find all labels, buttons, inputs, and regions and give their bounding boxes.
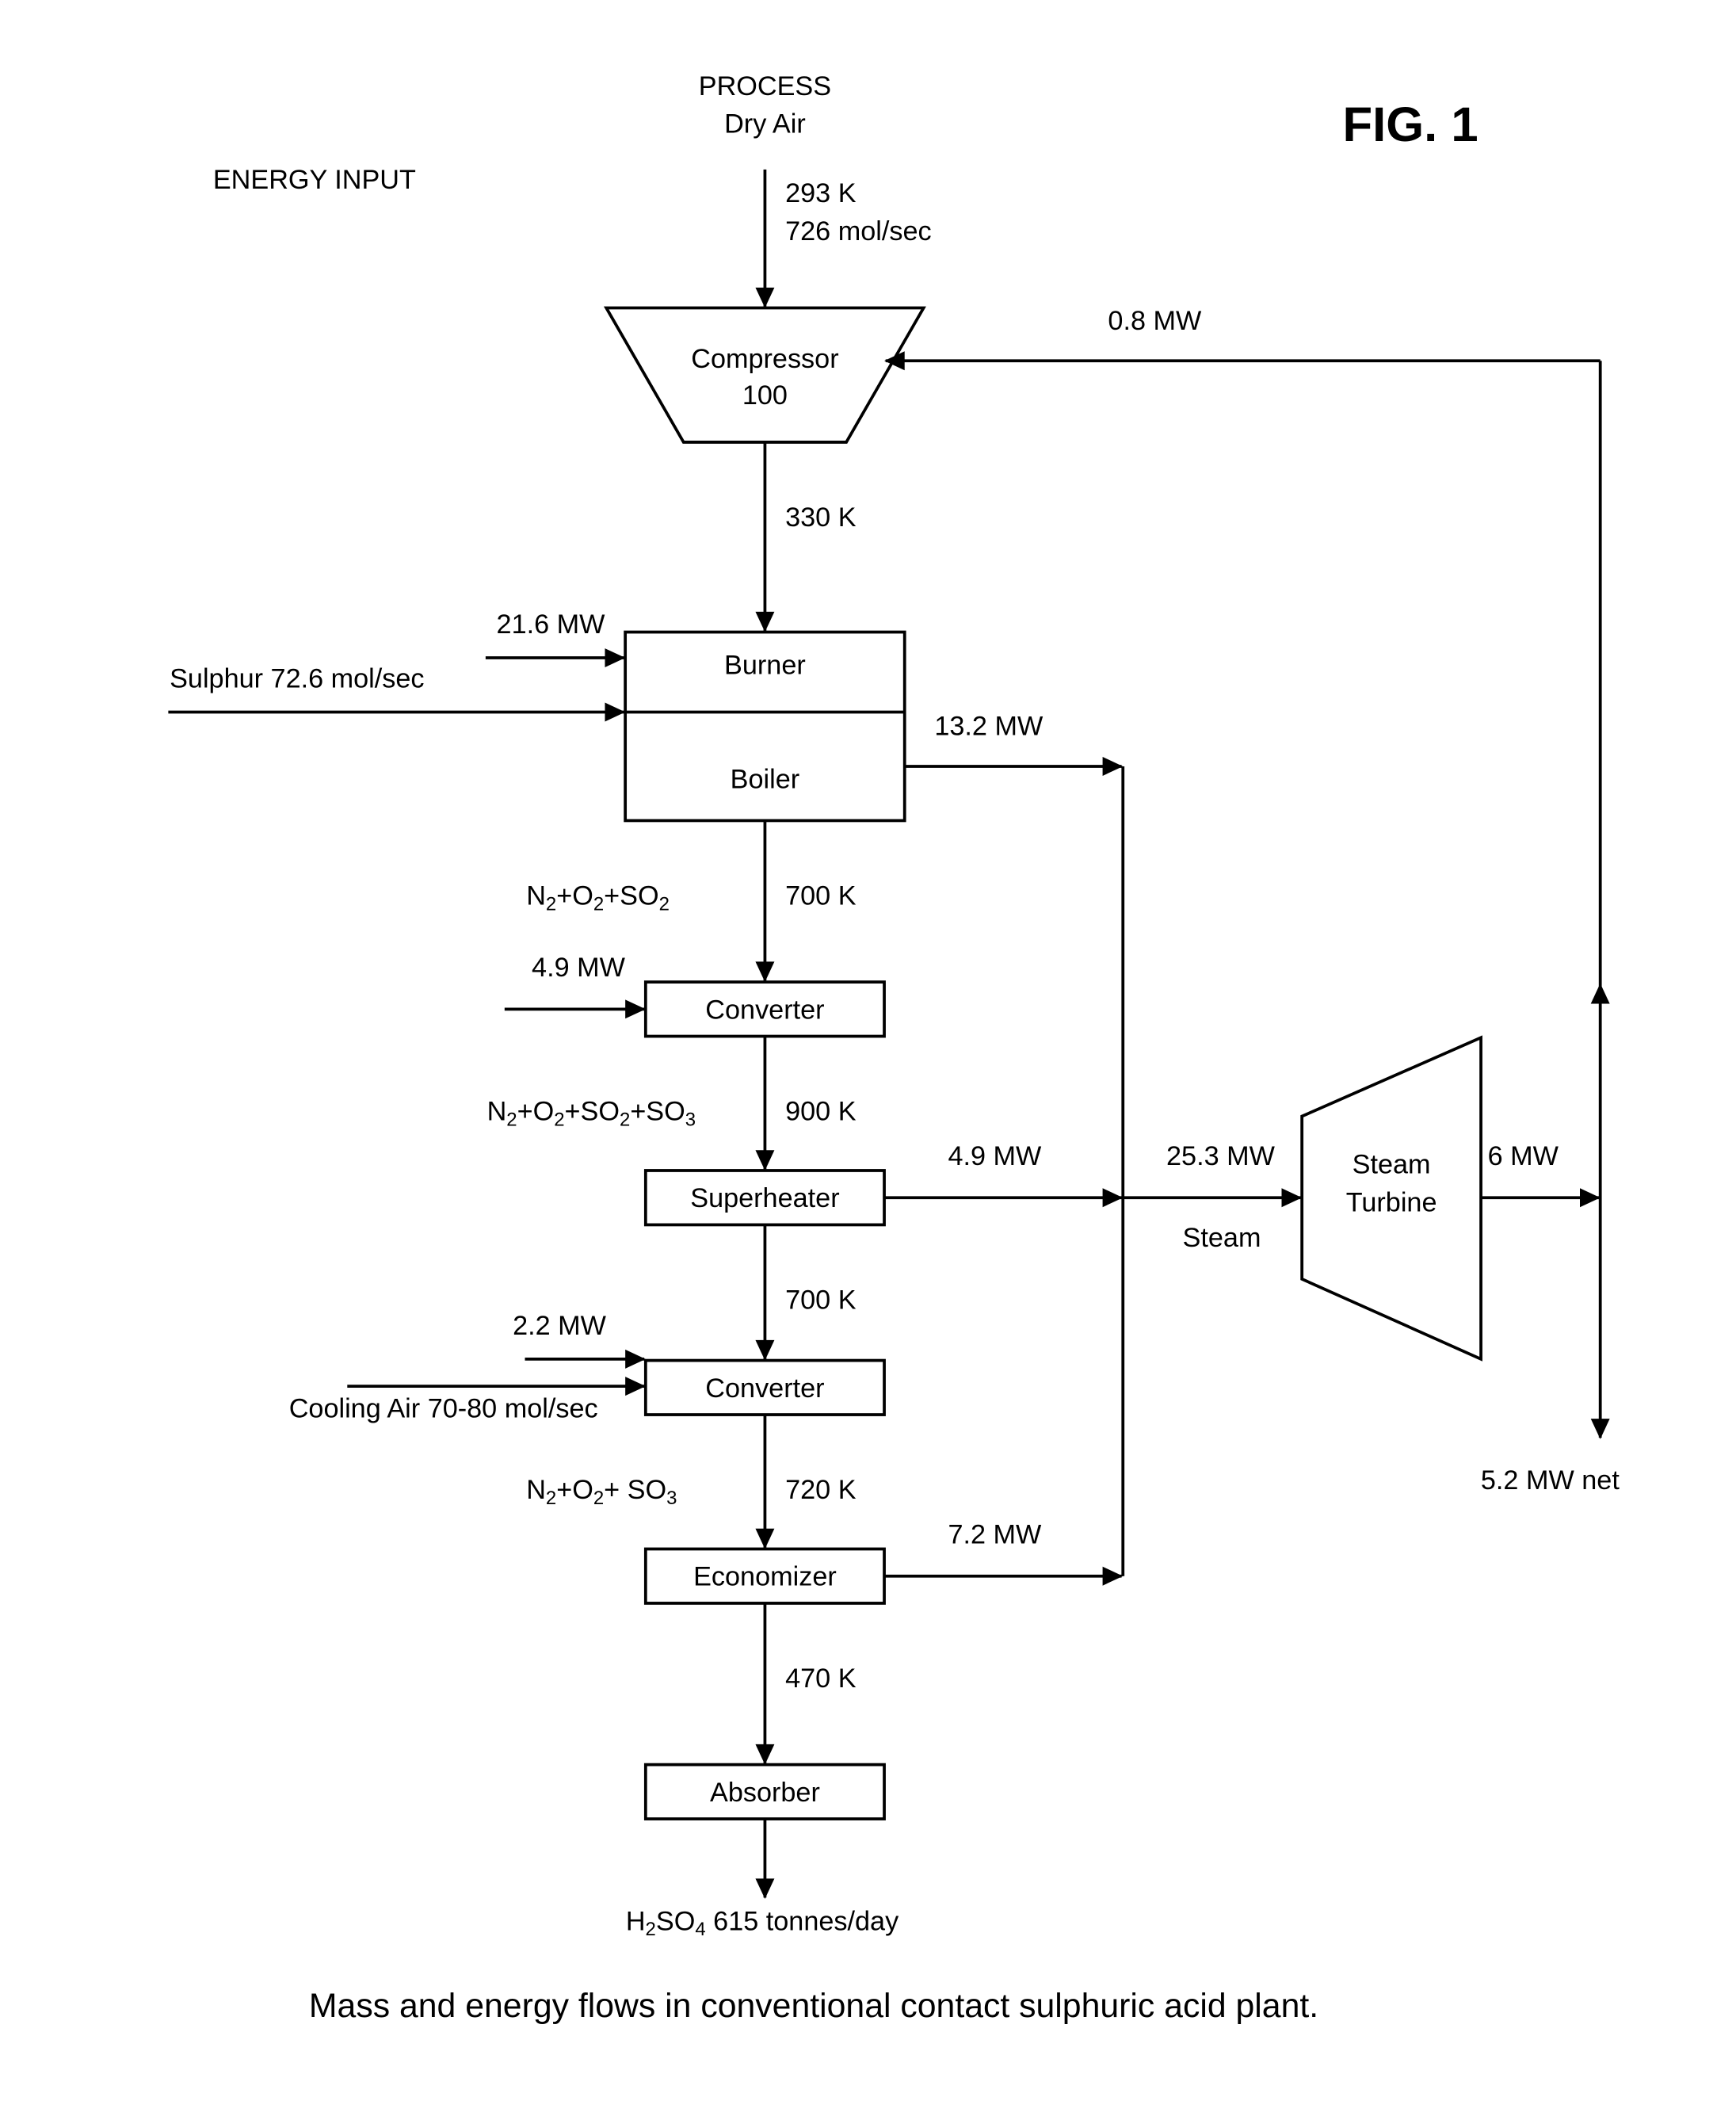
steam-label: Steam xyxy=(1183,1223,1261,1253)
energy-input-header: ENERGY INPUT xyxy=(213,165,416,195)
economizer-energy-output: 7.2 MW xyxy=(948,1520,1042,1550)
boiler-to-converter1-arrow xyxy=(755,820,775,983)
steam-turbine-label-1: Steam xyxy=(1353,1149,1431,1179)
power-distribution-line xyxy=(1590,361,1610,1439)
economizer-unit: Economizer xyxy=(643,1547,886,1605)
figure-label: FIG. 1 xyxy=(1343,97,1478,152)
air-inlet-flow: 726 mol/sec xyxy=(785,216,932,246)
after-converter1-composition: N2+O2+SO2+SO3 xyxy=(487,1097,696,1131)
turbine-energy-output: 6 MW xyxy=(1488,1141,1559,1171)
compressor-unit: Compressor 100 xyxy=(603,306,926,444)
economizer-steam-arrow xyxy=(884,1566,1124,1586)
steam-turbine-label-2: Turbine xyxy=(1346,1187,1437,1217)
process-flow-diagram: marker#arrow { overflow: visible; } FIG.… xyxy=(168,71,1620,2025)
converter2-energy-input-arrow xyxy=(525,1349,646,1369)
air-inlet-temperature: 293 K xyxy=(785,178,857,208)
superheater-energy-output: 4.9 MW xyxy=(948,1141,1042,1171)
after-converter2-composition: N2+O2+ SO3 xyxy=(526,1475,677,1509)
compressor-power-return: 0.8 MW xyxy=(1108,306,1202,336)
converter2-energy-input: 2.2 MW xyxy=(513,1311,607,1341)
product-label: H2SO4 615 tonnes/day xyxy=(626,1906,899,1940)
steam-turbine-unit: Steam Turbine xyxy=(1300,1035,1482,1362)
compressor-label: Compressor xyxy=(691,344,838,374)
superheater-to-converter2-arrow xyxy=(755,1224,775,1361)
converter-1-unit: Converter xyxy=(643,980,886,1038)
product-outlet-arrow xyxy=(755,1819,775,1900)
absorber-label: Absorber xyxy=(710,1778,820,1808)
economizer-to-absorber-arrow xyxy=(755,1602,775,1765)
compressor-to-burner-arrow xyxy=(755,441,775,632)
burner-energy-input: 21.6 MW xyxy=(497,609,606,640)
superheater-steam-arrow xyxy=(884,1188,1124,1208)
sulphur-feed-arrow xyxy=(168,702,626,722)
compressor-number: 100 xyxy=(742,380,788,411)
after-boiler-composition: N2+O2+SO2 xyxy=(526,881,670,915)
converter1-energy-input-arrow xyxy=(504,999,646,1019)
boiler-steam-arrow xyxy=(904,756,1124,776)
steam-to-turbine-arrow xyxy=(1123,1188,1303,1208)
boiler-energy-output: 13.2 MW xyxy=(934,712,1044,742)
converter-2-unit: Converter xyxy=(643,1358,886,1416)
after-compressor-temperature: 330 K xyxy=(785,502,857,533)
air-inlet-arrow xyxy=(755,169,775,308)
burner-label: Burner xyxy=(724,651,806,681)
after-economizer-temperature: 470 K xyxy=(785,1664,857,1694)
compressor-power-return-arrow xyxy=(884,351,1601,371)
net-power-output: 5.2 MW net xyxy=(1481,1465,1620,1495)
economizer-label: Economizer xyxy=(693,1562,837,1592)
after-boiler-temperature: 700 K xyxy=(785,881,857,911)
turbine-output-arrow xyxy=(1481,1188,1601,1208)
after-superheater-temperature: 700 K xyxy=(785,1285,857,1316)
after-converter1-temperature: 900 K xyxy=(785,1097,857,1127)
superheater-unit: Superheater xyxy=(643,1169,886,1227)
converter-2-label: Converter xyxy=(705,1373,824,1404)
steam-total-energy: 25.3 MW xyxy=(1166,1141,1276,1171)
dry-air-label: Dry Air xyxy=(724,109,806,139)
burner-energy-input-arrow xyxy=(485,648,626,668)
boiler-label: Boiler xyxy=(731,764,800,794)
after-converter2-temperature: 720 K xyxy=(785,1475,857,1505)
sulphur-feed-label: Sulphur 72.6 mol/sec xyxy=(170,664,424,694)
superheater-label: Superheater xyxy=(690,1183,839,1213)
converter1-to-superheater-arrow xyxy=(755,1036,775,1171)
cooling-air-label: Cooling Air 70-80 mol/sec xyxy=(289,1393,598,1423)
converter-1-label: Converter xyxy=(705,995,824,1025)
process-header: PROCESS xyxy=(699,71,831,101)
absorber-unit: Absorber xyxy=(643,1763,886,1820)
burner-boiler-unit: Burner Boiler xyxy=(624,630,906,823)
converter2-to-economizer-arrow xyxy=(755,1415,775,1549)
figure-caption: Mass and energy flows in conventional co… xyxy=(309,1987,1318,2025)
converter1-energy-input: 4.9 MW xyxy=(532,953,626,983)
